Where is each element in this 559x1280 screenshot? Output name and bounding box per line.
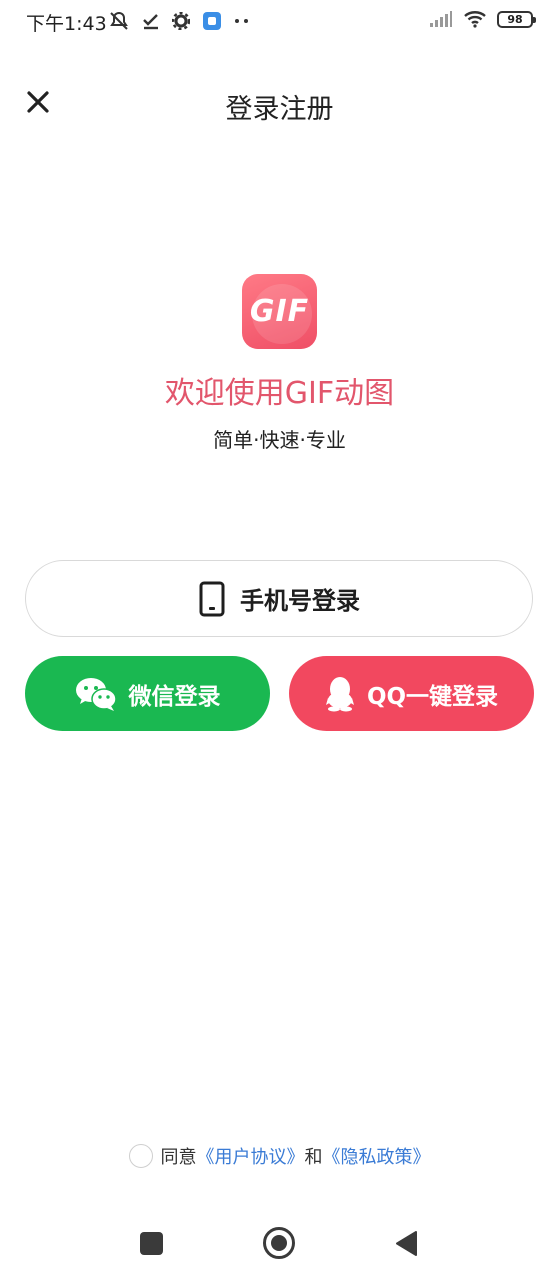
agreement-checkbox[interactable] — [128, 1144, 153, 1168]
phone-icon — [199, 581, 225, 616]
qq-login-label: QQ一键登录 — [366, 683, 499, 710]
more-dots-icon — [235, 19, 248, 23]
mute-icon — [110, 11, 128, 30]
privacy-policy-link[interactable]: 《隐私政策》 — [323, 1143, 431, 1169]
recent-apps-icon[interactable] — [140, 1232, 163, 1255]
signal-icon — [430, 11, 452, 27]
agreement-row: 同意 《用户协议》 和 《隐私政策》 — [0, 1143, 559, 1169]
phone-login-button[interactable]: 手机号登录 — [25, 560, 533, 637]
status-icons-left — [108, 10, 250, 32]
user-agreement-link[interactable]: 《用户协议》 — [197, 1143, 305, 1169]
qq-login-button[interactable]: QQ一键登录 — [289, 656, 534, 731]
status-bar: 下午1:43 98 — [0, 0, 559, 44]
home-icon[interactable] — [263, 1227, 295, 1259]
page-title: 登录注册 — [225, 94, 334, 125]
status-icons-right: 98 — [429, 10, 536, 28]
agreement-prefix: 同意 — [160, 1147, 197, 1168]
welcome-title: 欢迎使用GIF动图 — [164, 376, 395, 411]
app-logo: GIF — [242, 274, 317, 349]
wechat-login-button[interactable]: 微信登录 — [25, 656, 270, 731]
status-time: 下午1:43 — [26, 13, 107, 35]
back-icon[interactable] — [394, 1230, 418, 1257]
logo-text: GIF — [249, 294, 310, 329]
app-notification-icon — [203, 12, 221, 30]
wechat-icon — [75, 677, 117, 711]
qq-icon — [325, 676, 354, 711]
navigation-bar — [0, 1210, 559, 1280]
top-bar: 登录注册 — [0, 70, 559, 138]
battery-icon: 98 — [497, 10, 536, 28]
gear-icon — [172, 12, 190, 30]
wechat-login-label: 微信登录 — [128, 683, 221, 710]
agreement-and: 和 — [304, 1147, 323, 1168]
phone-login-label: 手机号登录 — [240, 587, 360, 615]
check-icon — [143, 14, 158, 30]
wifi-icon — [464, 11, 486, 28]
slogan: 简单·快速·专业 — [213, 428, 346, 452]
